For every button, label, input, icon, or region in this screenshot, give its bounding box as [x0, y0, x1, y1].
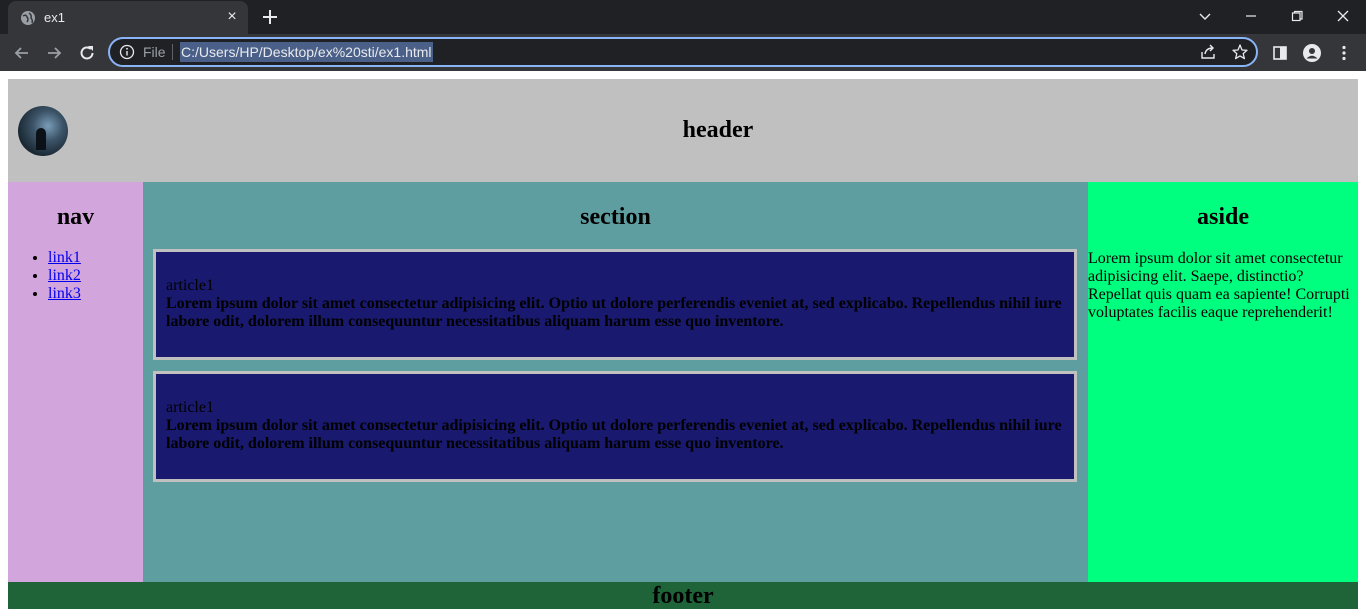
- main-section: section article1 Lorem ipsum dolor sit a…: [143, 182, 1088, 582]
- nav-link-1[interactable]: link1: [48, 249, 81, 266]
- article-title: article1: [166, 277, 214, 294]
- tab-search-icon[interactable]: [1182, 0, 1228, 32]
- reload-icon[interactable]: [74, 40, 100, 66]
- footer-title: footer: [652, 583, 714, 609]
- browser-toolbar: File C:/Users/HP/Desktop/ex%20sti/ex1.ht…: [0, 34, 1366, 71]
- aside-text: Lorem ipsum dolor sit amet consectetur a…: [1088, 250, 1350, 321]
- scheme-label: File: [143, 44, 166, 60]
- article-title: article1: [166, 399, 214, 416]
- new-tab-icon[interactable]: [259, 6, 281, 28]
- page-content: header nav link1 link2 link3 section art…: [0, 71, 1366, 609]
- article-body: Lorem ipsum dolor sit amet consectetur a…: [166, 417, 1062, 452]
- globe-icon: [20, 10, 36, 26]
- article-card: article1 Lorem ipsum dolor sit amet cons…: [153, 249, 1077, 360]
- divider: [172, 44, 173, 60]
- header-title: header: [682, 117, 754, 143]
- list-item: link3: [48, 285, 81, 303]
- header: header: [8, 79, 1358, 182]
- menu-kebab-icon[interactable]: [1331, 40, 1357, 66]
- profile-icon[interactable]: [1299, 40, 1325, 66]
- nav-link-list: link1 link2 link3: [48, 249, 81, 303]
- minimize-icon[interactable]: [1228, 0, 1274, 32]
- list-item: link2: [48, 267, 81, 285]
- url-text[interactable]: C:/Users/HP/Desktop/ex%20sti/ex1.html: [180, 42, 433, 62]
- aside-panel: aside Lorem ipsum dolor sit amet consect…: [1088, 182, 1358, 582]
- forward-icon[interactable]: [41, 40, 67, 66]
- info-icon[interactable]: [119, 44, 135, 60]
- nav-panel: nav link1 link2 link3: [8, 182, 143, 582]
- share-icon[interactable]: [1199, 43, 1217, 61]
- nav-link-3[interactable]: link3: [48, 285, 81, 302]
- footer: footer: [8, 582, 1358, 609]
- article-body: Lorem ipsum dolor sit amet consectetur a…: [166, 295, 1062, 330]
- side-panel-icon[interactable]: [1267, 40, 1293, 66]
- aside-title: aside: [1196, 204, 1249, 230]
- tab-strip: ex1 ×: [0, 0, 1366, 34]
- tab-close-icon[interactable]: ×: [224, 9, 240, 25]
- list-item: link1: [48, 249, 81, 267]
- address-bar[interactable]: File C:/Users/HP/Desktop/ex%20sti/ex1.ht…: [108, 37, 1258, 67]
- nav-link-2[interactable]: link2: [48, 267, 81, 284]
- tab-title: ex1: [44, 10, 65, 25]
- bookmark-star-icon[interactable]: [1231, 43, 1249, 61]
- back-icon[interactable]: [9, 40, 35, 66]
- restore-icon[interactable]: [1274, 0, 1320, 32]
- browser-chrome: ex1 × File C:/Users/HP/Desktop/ex%20sti/…: [0, 0, 1366, 71]
- article-card: article1 Lorem ipsum dolor sit amet cons…: [153, 371, 1077, 482]
- close-window-icon[interactable]: [1320, 0, 1366, 32]
- nav-title: nav: [56, 204, 95, 230]
- browser-tab[interactable]: ex1 ×: [8, 1, 248, 34]
- section-title: section: [580, 204, 651, 230]
